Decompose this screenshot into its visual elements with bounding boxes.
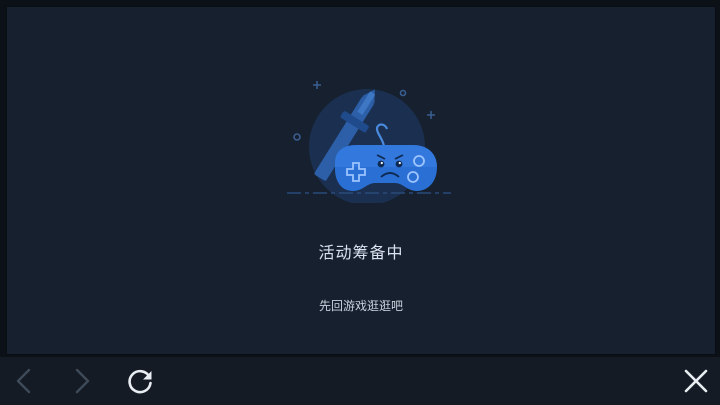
forward-button[interactable] [58, 357, 106, 405]
page-title: 活动筹备中 [318, 243, 404, 262]
chevron-left-icon [16, 368, 31, 394]
page-subtitle: 先回游戏逛逛吧 [318, 299, 403, 313]
back-button[interactable] [0, 357, 48, 405]
sad-gamepad-illustration [287, 81, 451, 203]
webview-page: 活动筹备中 先回游戏逛逛吧 [0, 0, 720, 405]
content-panel: 活动筹备中 先回游戏逛逛吧 [6, 6, 716, 355]
browser-toolbar [0, 357, 720, 405]
close-icon [684, 369, 708, 393]
refresh-button[interactable] [116, 357, 164, 405]
refresh-icon [128, 369, 152, 394]
chevron-right-icon [75, 368, 90, 394]
close-button[interactable] [672, 357, 720, 405]
